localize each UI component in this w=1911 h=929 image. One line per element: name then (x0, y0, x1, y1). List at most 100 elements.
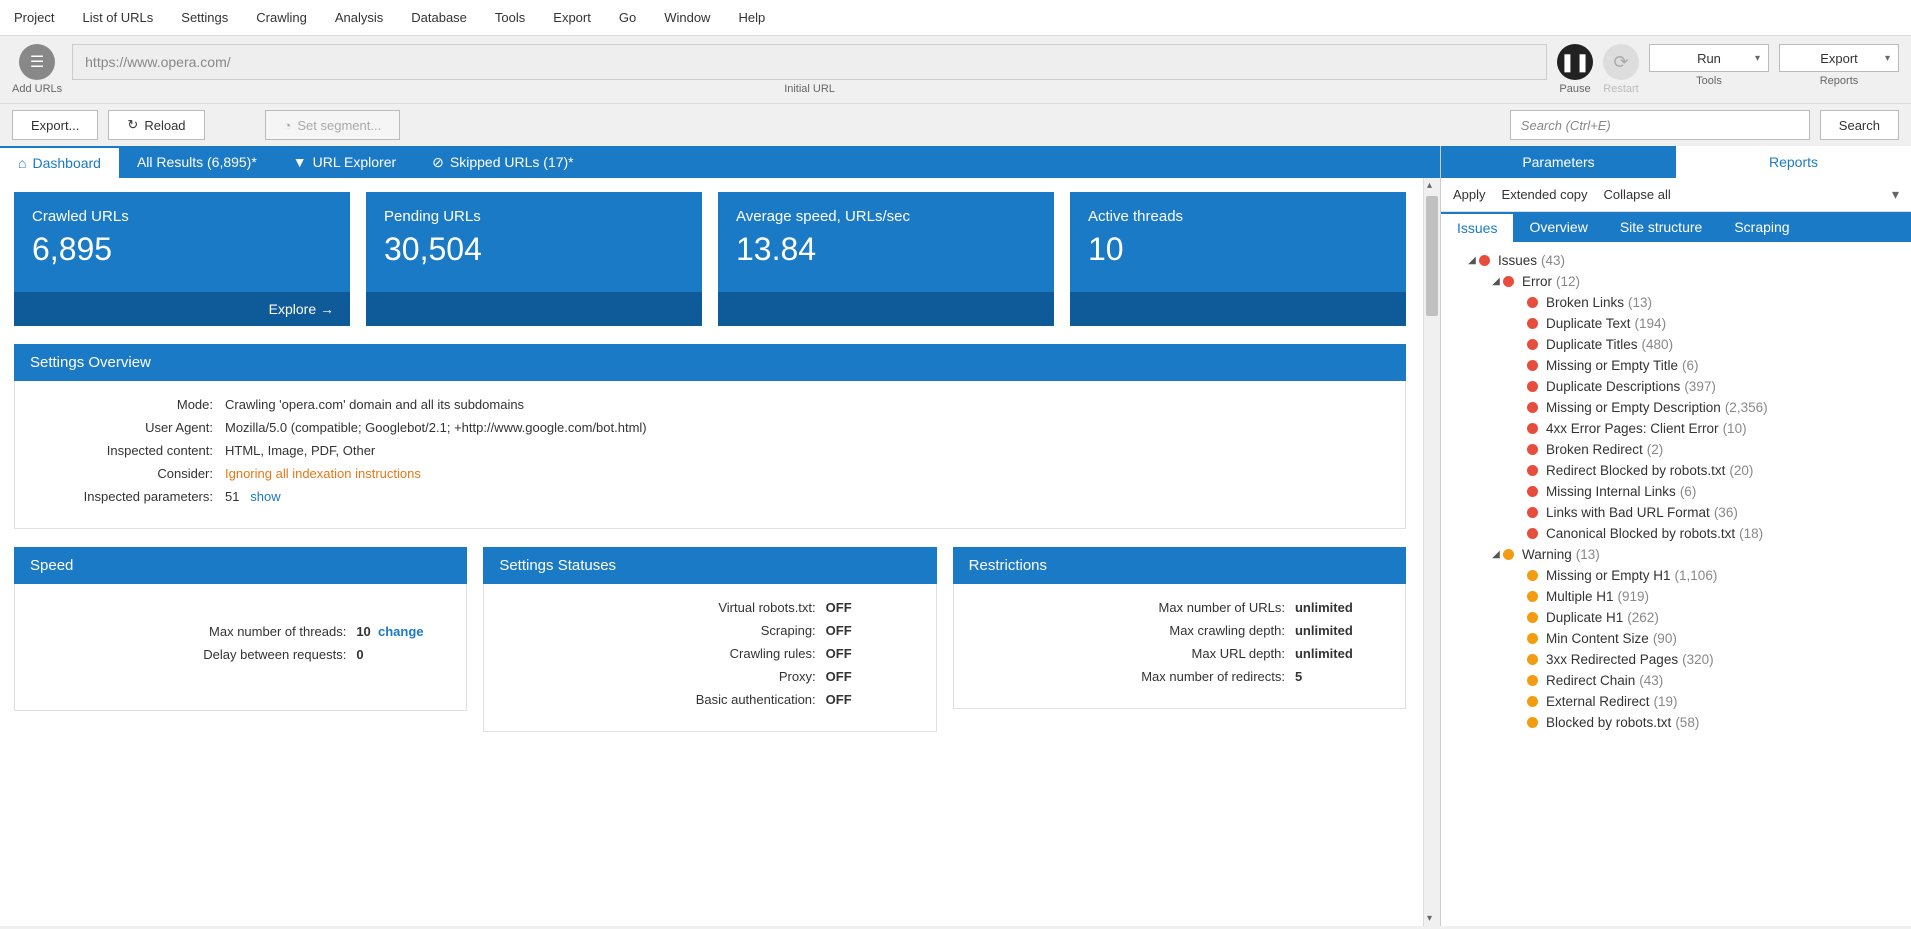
tab-all-results[interactable]: All Results (6,895)* (119, 146, 275, 178)
menu-project[interactable]: Project (0, 5, 68, 30)
menu-go[interactable]: Go (605, 5, 650, 30)
collapse-all-button[interactable]: Collapse all (1604, 187, 1671, 202)
menu-window[interactable]: Window (650, 5, 724, 30)
tree-warning-group[interactable]: ◢Warning (13) (1447, 544, 1905, 565)
kv-row: Max number of URLs:unlimited (974, 600, 1385, 615)
card-footer (366, 292, 702, 326)
tab-dashboard[interactable]: ⌂Dashboard (0, 146, 119, 178)
tree-item[interactable]: Blocked by robots.txt (58) (1447, 712, 1905, 733)
settings-row: Consider:Ignoring all indexation instruc… (35, 466, 1385, 481)
search-input[interactable]: Search (Ctrl+E) (1510, 110, 1810, 140)
menu-export[interactable]: Export (539, 5, 605, 30)
tree-item[interactable]: Duplicate H1 (262) (1447, 607, 1905, 628)
status-dot-icon (1503, 276, 1514, 287)
subtab-issues[interactable]: Issues (1441, 212, 1513, 242)
tree-item[interactable]: Duplicate Text (194) (1447, 313, 1905, 334)
menu-help[interactable]: Help (724, 5, 779, 30)
tree-item[interactable]: Broken Redirect (2) (1447, 439, 1905, 460)
menu-database[interactable]: Database (397, 5, 481, 30)
status-dot-icon (1479, 255, 1490, 266)
tree-item[interactable]: Multiple H1 (919) (1447, 586, 1905, 607)
tree-item[interactable]: Missing or Empty Description (2,356) (1447, 397, 1905, 418)
tree-item[interactable]: 4xx Error Pages: Client Error (10) (1447, 418, 1905, 439)
tree-item[interactable]: Redirect Blocked by robots.txt (20) (1447, 460, 1905, 481)
tab-url-explorer[interactable]: ▼URL Explorer (275, 146, 414, 178)
tree-label: Missing or Empty Title (1546, 358, 1678, 373)
issues-tree: ◢Issues (43)◢Error (12)Broken Links (13)… (1441, 242, 1911, 741)
status-dot-icon (1503, 549, 1514, 560)
card-value: 30,504 (384, 231, 684, 268)
settings-row: Inspected content:HTML, Image, PDF, Othe… (35, 443, 1385, 458)
tree-issues-root[interactable]: ◢Issues (43) (1447, 250, 1905, 271)
skip-icon: ⊘ (432, 154, 444, 171)
tree-item[interactable]: Links with Bad URL Format (36) (1447, 502, 1905, 523)
tree-label: Warning (1522, 547, 1572, 562)
tree-item[interactable]: Duplicate Descriptions (397) (1447, 376, 1905, 397)
subtab-scraping[interactable]: Scraping (1718, 212, 1805, 242)
pause-button[interactable]: ❚❚ (1557, 44, 1593, 80)
apply-button[interactable]: Apply (1453, 187, 1486, 202)
tree-item[interactable]: Duplicate Titles (480) (1447, 334, 1905, 355)
set-segment-button[interactable]: ◔ Set segment... (265, 110, 401, 140)
run-dropdown[interactable]: Run (1649, 44, 1769, 72)
restart-button[interactable]: ⟳ (1603, 44, 1639, 80)
kv-row: Max number of redirects:5 (974, 669, 1385, 684)
menu-settings[interactable]: Settings (167, 5, 242, 30)
tree-error-group[interactable]: ◢Error (12) (1447, 271, 1905, 292)
tree-item[interactable]: Min Content Size (90) (1447, 628, 1905, 649)
pause-icon: ❚❚ (1560, 52, 1590, 73)
menu-analysis[interactable]: Analysis (321, 5, 397, 30)
vertical-scrollbar[interactable] (1423, 178, 1440, 926)
menu-tools[interactable]: Tools (481, 5, 539, 30)
status-dot-icon (1527, 486, 1538, 497)
card-title: Active threads (1088, 208, 1388, 225)
show-link[interactable]: show (250, 489, 280, 504)
pie-icon: ◔ (284, 118, 292, 133)
kv-key: Proxy: (504, 669, 825, 684)
tab-skipped-urls[interactable]: ⊘Skipped URLs (17)* (414, 146, 591, 178)
tree-item[interactable]: Canonical Blocked by robots.txt (18) (1447, 523, 1905, 544)
card-footer (718, 292, 1054, 326)
reload-button[interactable]: ↻Reload (108, 110, 204, 140)
kv-value: 5 (1295, 669, 1385, 684)
set-segment-label: Set segment... (297, 118, 381, 133)
kv-row: Virtual robots.txt:OFF (504, 600, 915, 615)
search-button[interactable]: Search (1820, 110, 1899, 140)
tree-item[interactable]: Broken Links (13) (1447, 292, 1905, 313)
kv-row: Max crawling depth:unlimited (974, 623, 1385, 638)
kv-value: 0 (356, 647, 446, 662)
tab-parameters[interactable]: Parameters (1441, 146, 1676, 178)
status-dot-icon (1527, 717, 1538, 728)
subtab-site-structure[interactable]: Site structure (1604, 212, 1718, 242)
tree-item[interactable]: 3xx Redirected Pages (320) (1447, 649, 1905, 670)
add-urls-button[interactable]: ☰ (19, 44, 55, 80)
reports-label: Reports (1820, 75, 1859, 87)
kv-key: Crawling rules: (504, 646, 825, 661)
menu-list-of-urls[interactable]: List of URLs (68, 5, 167, 30)
change-link[interactable]: change (378, 624, 424, 639)
tree-item[interactable]: Missing or Empty H1 (1,106) (1447, 565, 1905, 586)
subtab-overview[interactable]: Overview (1513, 212, 1603, 242)
toolbar-menu-icon[interactable]: ▾ (1892, 186, 1899, 203)
export-dropdown[interactable]: Export (1779, 44, 1899, 72)
tree-item[interactable]: Missing or Empty Title (6) (1447, 355, 1905, 376)
settings-overview-panel: Settings Overview Mode:Crawling 'opera.c… (14, 344, 1406, 529)
tab-reports[interactable]: Reports (1676, 146, 1911, 178)
card-footer[interactable]: Explore → (14, 292, 350, 326)
tree-item[interactable]: Redirect Chain (43) (1447, 670, 1905, 691)
export-button[interactable]: Export... (12, 110, 98, 140)
tree-item[interactable]: External Redirect (19) (1447, 691, 1905, 712)
run-label: Run (1697, 51, 1721, 66)
kv-row: Scraping:OFF (504, 623, 915, 638)
scrollbar-thumb[interactable] (1426, 196, 1438, 316)
menubar: ProjectList of URLsSettingsCrawlingAnaly… (0, 0, 1911, 36)
status-dot-icon (1527, 402, 1538, 413)
extended-copy-button[interactable]: Extended copy (1502, 187, 1588, 202)
home-icon: ⌂ (18, 155, 26, 171)
menu-crawling[interactable]: Crawling (242, 5, 321, 30)
initial-url-field[interactable]: https://www.opera.com/ (72, 44, 1547, 80)
tree-label: Links with Bad URL Format (1546, 505, 1710, 520)
tree-count: (43) (1541, 253, 1565, 268)
tree-label: Broken Redirect (1546, 442, 1643, 457)
tree-item[interactable]: Missing Internal Links (6) (1447, 481, 1905, 502)
